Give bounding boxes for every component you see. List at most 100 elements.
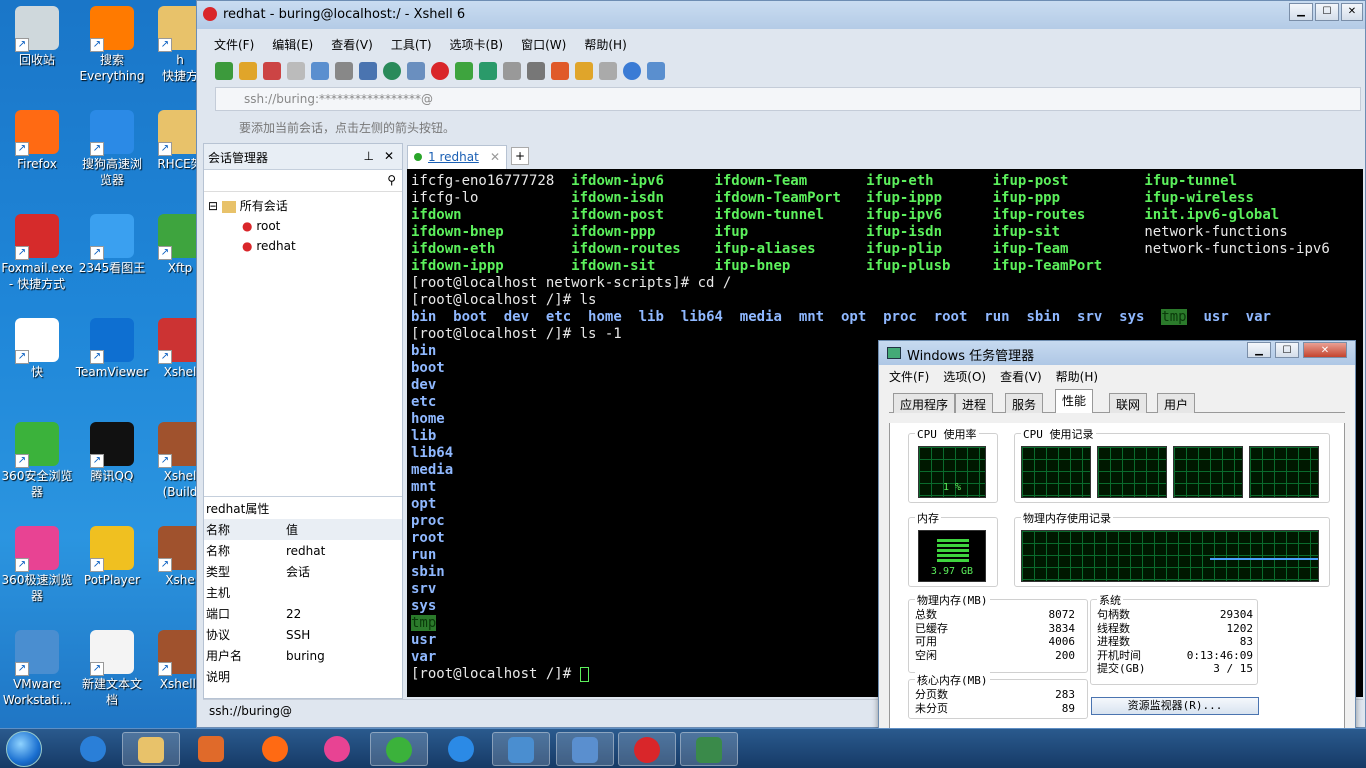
tm-tab[interactable]: 应用程序 xyxy=(893,393,956,413)
task-manager-title-bar[interactable]: Windows 任务管理器 ▁ ☐ ✕ xyxy=(879,341,1355,365)
compose-icon[interactable] xyxy=(599,62,617,80)
tm-tab[interactable]: 性能 xyxy=(1055,389,1094,413)
lock-icon[interactable] xyxy=(503,62,521,80)
taskbar-remote-desktop[interactable] xyxy=(556,732,614,766)
desktop-icon[interactable]: ↗ 360安全浏览器 xyxy=(0,422,77,500)
xshell-logo-icon xyxy=(203,7,217,21)
tm-menu-item[interactable]: 选项(O) xyxy=(943,368,986,384)
maximize-button[interactable]: ☐ xyxy=(1315,3,1339,21)
tree-root-all-sessions[interactable]: ⊟ 所有会话 xyxy=(208,196,398,216)
menu-item[interactable]: 编辑(E) xyxy=(263,33,322,55)
chat-icon[interactable] xyxy=(647,62,665,80)
tree-item-redhat[interactable]: ● redhat xyxy=(208,236,398,256)
new-session-icon[interactable] xyxy=(215,62,233,80)
desktop-icon[interactable]: ↗ Foxmail.exe - 快捷方式 xyxy=(0,214,77,292)
terminal-text: usr xyxy=(411,632,437,648)
start-button[interactable] xyxy=(6,731,42,767)
new-tab-button[interactable]: + xyxy=(511,147,529,165)
taskbar-task-manager[interactable] xyxy=(680,732,738,766)
close-panel-icon[interactable]: ✕ xyxy=(384,149,394,163)
close-tab-icon[interactable]: ✕ xyxy=(490,150,500,164)
terminal-text: ifup-TeamPort xyxy=(992,258,1103,274)
taskbar-360-browser[interactable] xyxy=(370,732,428,766)
pin-icon[interactable]: ⊥ xyxy=(364,149,374,163)
tree-item-root[interactable]: ● root xyxy=(208,216,398,236)
menu-item[interactable]: 选项卡(B) xyxy=(441,33,513,55)
stat-row: 未分页 89 xyxy=(915,702,1075,716)
tm-tab[interactable]: 进程 xyxy=(955,393,994,413)
tab-redhat[interactable]: 1 redhat ✕ xyxy=(407,145,507,169)
tm-menu-item[interactable]: 查看(V) xyxy=(1000,368,1042,384)
terminal-text: ifdown-TeamPort xyxy=(714,190,867,206)
taskbar-media-player[interactable] xyxy=(182,732,240,766)
taskbar-vmware[interactable] xyxy=(492,732,550,766)
shortcut-arrow-icon: ↗ xyxy=(90,38,104,52)
stat-value: 4006 xyxy=(1048,635,1076,648)
terminal-text: sys xyxy=(411,598,437,614)
terminal-text: ifup-aliases xyxy=(714,241,867,257)
terminal-text: ifdown-isdn xyxy=(571,190,715,206)
tm-tab[interactable]: 联网 xyxy=(1109,393,1148,413)
property-key: 主机 xyxy=(206,586,231,600)
address-bar[interactable]: ssh://buring:*****************@ xyxy=(215,87,1361,111)
stat-value: 8072 xyxy=(1048,608,1076,621)
terminal-text: root xyxy=(411,530,445,546)
stat-value: 83 xyxy=(1239,635,1253,648)
terminal-line: [root@localhost /]# ls xyxy=(411,292,1359,309)
taskbar-firefox[interactable] xyxy=(246,732,304,766)
everything-search-icon: ↗ xyxy=(90,6,134,52)
find-icon[interactable] xyxy=(335,62,353,80)
minimize-button[interactable]: ▁ xyxy=(1289,3,1313,21)
session-search-input[interactable]: ⚲ xyxy=(204,170,402,192)
highlight-icon[interactable] xyxy=(551,62,569,80)
taskbar-explorer[interactable] xyxy=(122,732,180,766)
tm-minimize-button[interactable]: ▁ xyxy=(1247,342,1271,358)
tm-maximize-button[interactable]: ☐ xyxy=(1275,342,1299,358)
menu-item[interactable]: 窗口(W) xyxy=(512,33,575,55)
xshell-icon[interactable] xyxy=(431,62,449,80)
desktop-icon[interactable]: ↗ 快 xyxy=(0,318,77,380)
xftp-icon[interactable] xyxy=(455,62,473,80)
tm-menu-item[interactable]: 帮助(H) xyxy=(1056,368,1098,384)
font-icon[interactable] xyxy=(407,62,425,80)
close-button[interactable]: ✕ xyxy=(1341,3,1363,21)
taskbar-360-speed[interactable] xyxy=(308,732,366,766)
desktop-icon[interactable]: ↗ 回收站 xyxy=(0,6,77,68)
menu-item[interactable]: 工具(T) xyxy=(382,33,441,55)
shortcut-arrow-icon: ↗ xyxy=(90,558,104,572)
layout-icon[interactable] xyxy=(359,62,377,80)
script-icon[interactable] xyxy=(575,62,593,80)
terminal-text: run xyxy=(984,309,1010,325)
taskbar-ie[interactable] xyxy=(64,732,122,766)
desktop-icon[interactable]: ↗ 360极速浏览器 xyxy=(0,526,77,604)
hint-text: 要添加当前会话，点击左侧的箭头按钮。 xyxy=(239,121,456,135)
tm-tab[interactable]: 服务 xyxy=(1005,393,1044,413)
desktop-icon[interactable]: ↗ Firefox xyxy=(0,110,77,172)
globe-icon[interactable] xyxy=(383,62,401,80)
open-folder-icon[interactable] xyxy=(239,62,257,80)
tm-tab[interactable]: 用户 xyxy=(1157,393,1196,413)
properties-table: 名称值 名称 redhat 类型 会话 主机 端口 22 协议 SSH 用户名 buring 说明 xyxy=(204,519,402,687)
menu-item[interactable]: 文件(F) xyxy=(205,33,263,55)
tm-menu-item[interactable]: 文件(F) xyxy=(889,368,929,384)
taskbar-sogou[interactable] xyxy=(432,732,490,766)
tm-close-button[interactable]: ✕ xyxy=(1303,342,1347,358)
help-icon[interactable] xyxy=(623,62,641,80)
property-row: 主机 xyxy=(204,582,402,603)
menu-item[interactable]: 查看(V) xyxy=(322,33,382,55)
menu-item[interactable]: 帮助(H) xyxy=(575,33,635,55)
disconnect-icon[interactable] xyxy=(287,62,305,80)
desktop-icon[interactable]: ↗ VMware Workstati... xyxy=(0,630,77,708)
connect-icon[interactable] xyxy=(263,62,281,80)
terminal-text: srv xyxy=(411,581,437,597)
taskbar-xshell[interactable] xyxy=(618,732,676,766)
keyboard-icon[interactable] xyxy=(527,62,545,80)
desktop-icon-label: 360极速浏览 xyxy=(1,573,73,587)
properties-icon[interactable] xyxy=(311,62,329,80)
xshell-title-bar[interactable]: redhat - buring@localhost:/ - Xshell 6 ▁… xyxy=(197,1,1365,29)
task-manager-title: Windows 任务管理器 xyxy=(907,349,1035,364)
resource-monitor-button[interactable]: 资源监视器(R)... xyxy=(1091,697,1259,715)
fullscreen-icon[interactable] xyxy=(479,62,497,80)
